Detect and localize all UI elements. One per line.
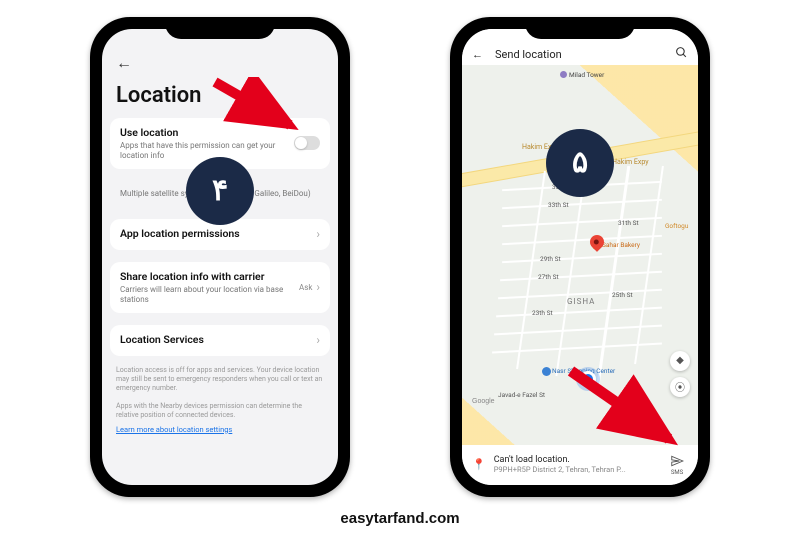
location-services-title: Location Services	[120, 333, 204, 346]
street-29: 29th St	[540, 255, 561, 263]
send-label: SMS	[671, 469, 683, 476]
search-icon[interactable]	[675, 46, 688, 63]
back-icon[interactable]: ←	[472, 48, 483, 61]
street-25: 25th St	[612, 291, 633, 299]
learn-more-link[interactable]: Learn more about location settings	[102, 425, 338, 434]
street-23: 23th St	[532, 309, 553, 317]
back-icon[interactable]: ←	[116, 53, 324, 73]
annotation-arrow	[565, 365, 695, 465]
street-33: 33th St	[548, 201, 569, 209]
poi-goftogu: Goftogu	[665, 222, 688, 230]
phone-left: ← Location Use location Apps that have t…	[90, 17, 350, 497]
share-carrier-title: Share location info with carrier	[120, 270, 299, 283]
district-label: GISHA	[567, 297, 595, 306]
location-pin-icon: 📍	[472, 458, 486, 471]
google-attribution: Google	[472, 398, 495, 405]
step-number: ۵	[572, 145, 588, 180]
watermark: easytarfand.com	[340, 510, 459, 527]
step-number: ۴	[212, 173, 228, 208]
poi-icon	[542, 367, 551, 376]
share-carrier-row[interactable]: Share location info with carrier Carrier…	[110, 262, 330, 313]
header-title: Send location	[495, 48, 562, 61]
share-carrier-value: Ask	[299, 283, 312, 292]
share-carrier-subtitle: Carriers will learn about your location …	[120, 285, 299, 305]
annotation-arrow	[210, 77, 320, 147]
phone-right: ← Send location Milad Tower Hakim Expy H…	[450, 17, 710, 497]
location-services-row[interactable]: Location Services ›	[110, 325, 330, 356]
street-27: 27th St	[538, 273, 559, 281]
phone-notch	[525, 17, 635, 39]
phone-notch	[165, 17, 275, 39]
app-perms-title: App location permissions	[120, 227, 240, 240]
step-badge-5: ۵	[546, 129, 614, 197]
chevron-right-icon: ›	[316, 280, 320, 294]
tutorial-stage: ← Location Use location Apps that have t…	[0, 0, 800, 533]
chevron-right-icon: ›	[316, 227, 320, 241]
street-31: 31th St	[618, 219, 639, 227]
footer-text-1: Location access is off for apps and serv…	[102, 362, 338, 398]
footer-address: P9PH+R5P District 2, Tehran, Tehran P...	[494, 465, 658, 474]
step-badge-4: ۴	[186, 157, 254, 225]
chevron-right-icon: ›	[316, 333, 320, 347]
footer-text-2: Apps with the Nearby devices permission …	[102, 398, 338, 425]
street-javad: Javad-e Fazel St	[498, 391, 545, 399]
